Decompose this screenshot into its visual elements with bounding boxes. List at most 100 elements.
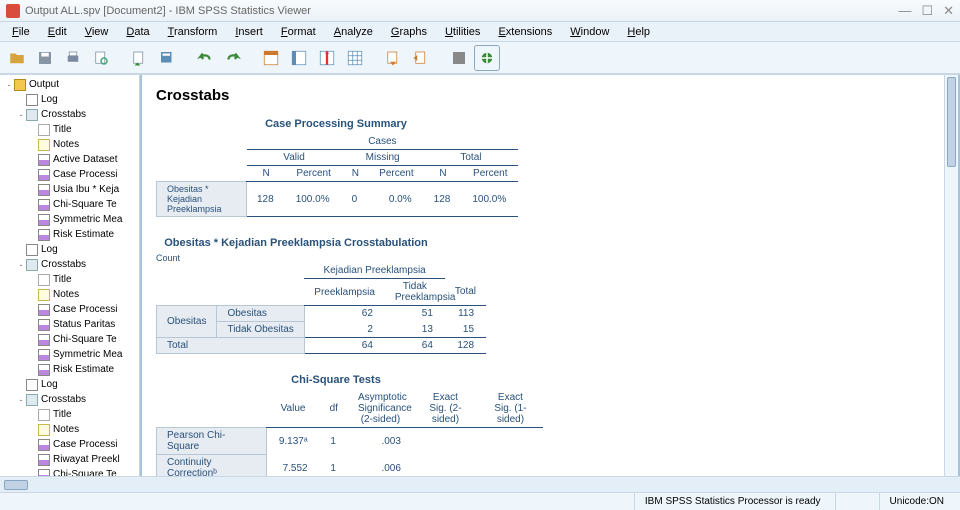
tbl-icon — [38, 349, 50, 361]
cross-total-stub: Total — [157, 338, 305, 354]
book-icon — [14, 79, 26, 91]
tree-case-processi[interactable]: Case Processi — [0, 167, 139, 182]
tree-output[interactable]: -Output — [0, 77, 139, 92]
cps-v2: 0 — [342, 182, 370, 217]
tree-risk-estimate[interactable]: Risk Estimate — [0, 362, 139, 377]
menu-file[interactable]: File — [4, 25, 38, 39]
chisq-table[interactable]: ValuedfAsymptotic Significance (2-sided)… — [156, 390, 543, 476]
goto-case-button[interactable] — [286, 45, 312, 71]
tree-chi-square-te[interactable]: Chi-Square Te — [0, 197, 139, 212]
tree-title[interactable]: Title — [0, 407, 139, 422]
goto-variable-button[interactable] — [314, 45, 340, 71]
menu-analyze[interactable]: Analyze — [326, 25, 381, 39]
title-icon — [38, 274, 50, 286]
menu-utilities[interactable]: Utilities — [437, 25, 488, 39]
cross-r1s: Tidak Obesitas — [217, 322, 304, 338]
menu-transform[interactable]: Transform — [160, 25, 226, 39]
cross-stub1: Obesitas — [157, 306, 217, 338]
tbl-icon — [38, 319, 50, 331]
designate-window-button[interactable] — [408, 45, 434, 71]
print-preview-button[interactable] — [88, 45, 114, 71]
close-button[interactable]: ✕ — [943, 3, 954, 19]
menu-help[interactable]: Help — [619, 25, 658, 39]
cross-c0: Preeklampsia — [304, 279, 385, 306]
save-button[interactable] — [32, 45, 58, 71]
export-button[interactable] — [126, 45, 152, 71]
vertical-scrollbar[interactable] — [944, 75, 958, 476]
cps-v0: 128 — [247, 182, 286, 217]
outline-pane[interactable]: -OutputLog-CrosstabsTitleNotesActive Dat… — [0, 75, 140, 476]
menu-data[interactable]: Data — [118, 25, 157, 39]
tree-active-dataset[interactable]: Active Dataset — [0, 152, 139, 167]
tree-case-processi[interactable]: Case Processi — [0, 302, 139, 317]
tree-title[interactable]: Title — [0, 122, 139, 137]
tree-chi-square-te[interactable]: Chi-Square Te — [0, 332, 139, 347]
cps-table[interactable]: Cases Valid Missing Total NPercentNPerce… — [156, 134, 518, 217]
tree-crosstabs[interactable]: -Crosstabs — [0, 257, 139, 272]
tree-case-processi[interactable]: Case Processi — [0, 437, 139, 452]
menu-insert[interactable]: Insert — [227, 25, 271, 39]
menubar: FileEditViewDataTransformInsertFormatAna… — [0, 22, 960, 42]
log-icon — [26, 244, 38, 256]
horizontal-scrollbar[interactable] — [0, 476, 960, 492]
tbl-icon — [38, 364, 50, 376]
tree-symmetric-mea[interactable]: Symmetric Mea — [0, 347, 139, 362]
tbl-icon — [38, 154, 50, 166]
tbl-icon — [38, 169, 50, 181]
tree-notes[interactable]: Notes — [0, 287, 139, 302]
tree-title[interactable]: Title — [0, 272, 139, 287]
tbl-icon — [38, 229, 50, 241]
cps-grp-total: Total — [424, 150, 519, 166]
minimize-button[interactable]: — — [898, 3, 911, 19]
cross-table[interactable]: Kejadian Preeklampsia Preeklampsia Tidak… — [156, 263, 486, 354]
toolbar — [0, 42, 960, 74]
chisq-title: Chi-Square Tests — [156, 374, 516, 386]
viewer-pane[interactable]: Crosstabs Case Processing Summary Cases … — [140, 75, 960, 476]
maximize-button[interactable]: ☐ — [921, 3, 933, 19]
tree-log[interactable]: Log — [0, 377, 139, 392]
print-button[interactable] — [60, 45, 86, 71]
redo-button[interactable] — [220, 45, 246, 71]
cross-r0s: Obesitas — [217, 306, 304, 322]
tree-notes[interactable]: Notes — [0, 422, 139, 437]
menu-graphs[interactable]: Graphs — [383, 25, 435, 39]
cps-grp-missing: Missing — [342, 150, 424, 166]
note-icon — [38, 139, 50, 151]
tree-crosstabs[interactable]: -Crosstabs — [0, 107, 139, 122]
tbl-icon — [38, 454, 50, 466]
open-button[interactable] — [4, 45, 30, 71]
menu-view[interactable]: View — [77, 25, 117, 39]
stop-button[interactable] — [474, 45, 500, 71]
title-icon — [38, 124, 50, 136]
cps-super: Cases — [247, 134, 519, 150]
variables-button[interactable] — [342, 45, 368, 71]
log-icon — [26, 94, 38, 106]
run-button[interactable] — [446, 45, 472, 71]
cps-v4: 128 — [424, 182, 463, 217]
tree-status-paritas[interactable]: Status Paritas — [0, 317, 139, 332]
tree-riwayat-preekl[interactable]: Riwayat Preekl — [0, 452, 139, 467]
title-icon — [38, 409, 50, 421]
tree-log[interactable]: Log — [0, 242, 139, 257]
cross-sublabel: Count — [156, 253, 944, 263]
tree-symmetric-mea[interactable]: Symmetric Mea — [0, 212, 139, 227]
statusbar: IBM SPSS Statistics Processor is ready U… — [0, 492, 960, 510]
select-last-button[interactable] — [380, 45, 406, 71]
chisq-row-stub: Pearson Chi-Square — [157, 428, 267, 455]
cps-v3: 0.0% — [369, 182, 423, 217]
status-unicode: Unicode:ON — [879, 493, 954, 510]
tree-risk-estimate[interactable]: Risk Estimate — [0, 227, 139, 242]
undo-button[interactable] — [192, 45, 218, 71]
tree-log[interactable]: Log — [0, 92, 139, 107]
tree-notes[interactable]: Notes — [0, 137, 139, 152]
tree-usia-ibu-keja[interactable]: Usia Ibu * Keja — [0, 182, 139, 197]
menu-format[interactable]: Format — [273, 25, 324, 39]
tree-chi-square-te[interactable]: Chi-Square Te — [0, 467, 139, 476]
menu-window[interactable]: Window — [562, 25, 617, 39]
tbl-icon — [38, 199, 50, 211]
tree-crosstabs[interactable]: -Crosstabs — [0, 392, 139, 407]
menu-extensions[interactable]: Extensions — [490, 25, 560, 39]
menu-edit[interactable]: Edit — [40, 25, 75, 39]
goto-data-button[interactable] — [258, 45, 284, 71]
recall-dialog-button[interactable] — [154, 45, 180, 71]
